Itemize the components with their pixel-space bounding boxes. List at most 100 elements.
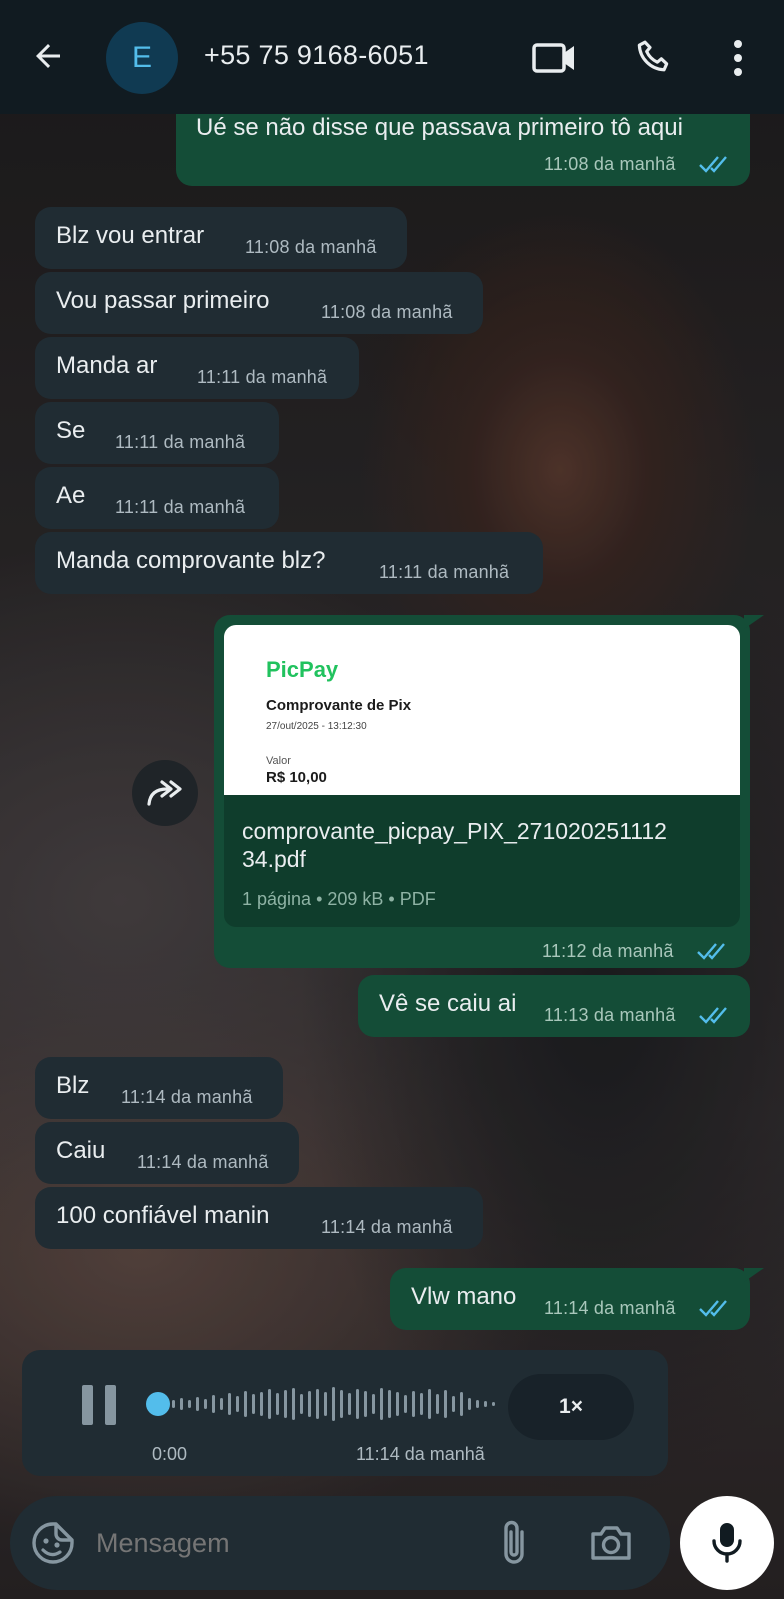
message-text: 100 confiável manin	[56, 1202, 270, 1229]
message-bubble-outgoing[interactable]: Vê se caiu ai 11:13 da manhã	[358, 975, 750, 1037]
message-time: 11:14 da manhã	[321, 1217, 453, 1237]
waveform-bar	[436, 1394, 439, 1414]
waveform-bar	[412, 1391, 415, 1417]
waveform-bar	[340, 1390, 343, 1418]
arrow-left-icon	[36, 44, 60, 68]
waveform-bar	[220, 1398, 223, 1410]
waveform-bar	[380, 1388, 383, 1420]
waveform-bar	[484, 1401, 487, 1407]
waveform-bar	[396, 1392, 399, 1416]
waveform-bar	[188, 1400, 191, 1408]
message-time: 11:11 da manhã	[115, 432, 246, 452]
message-text: Se	[56, 417, 86, 444]
message-input[interactable]	[96, 1520, 476, 1566]
waveform-bar	[492, 1402, 495, 1406]
message-time: 11:11 da manhã	[379, 562, 510, 582]
message-text: Blz vou entrar	[56, 222, 205, 249]
waveform-bar	[332, 1387, 335, 1421]
voice-waveform[interactable]	[146, 1382, 514, 1426]
message-text: Caiu	[56, 1137, 106, 1164]
waveform-bar	[236, 1396, 239, 1412]
message-text: Vlw mano	[411, 1283, 517, 1310]
waveform-bar	[172, 1400, 175, 1408]
playhead-dot[interactable]	[146, 1392, 170, 1416]
waveform-bar	[212, 1395, 215, 1413]
message-text: Ué se não disse que passava primeiro tô …	[196, 114, 683, 141]
more-options-button[interactable]	[714, 34, 762, 82]
message-time: 11:08 da manhã	[245, 237, 377, 257]
sticker-icon	[32, 1522, 74, 1564]
pause-button[interactable]	[78, 1382, 122, 1428]
message-time: 11:08 da manhã	[544, 154, 676, 174]
video-call-button[interactable]	[530, 34, 578, 82]
message-text: Ae	[56, 482, 86, 509]
message-time: 11:14 da manhã	[137, 1152, 269, 1172]
waveform-bar	[420, 1393, 423, 1415]
waveform-bar	[468, 1398, 471, 1410]
waveform-bar	[300, 1394, 303, 1414]
contact-name[interactable]: +55 75 9168-6051	[204, 40, 429, 71]
waveform-bar	[308, 1391, 311, 1417]
message-text: Vê se caiu ai	[379, 990, 517, 1017]
document-filename: comprovante_picpay_PIX_271020251112 34.p…	[242, 817, 667, 873]
waveform-bar	[244, 1391, 247, 1417]
attach-button[interactable]	[494, 1518, 534, 1568]
voice-call-button[interactable]	[630, 34, 678, 82]
video-camera-icon	[532, 43, 574, 73]
camera-button[interactable]	[588, 1520, 634, 1566]
microphone-icon	[712, 1523, 742, 1563]
playback-speed-button[interactable]: 1×	[508, 1374, 634, 1440]
read-ticks-icon	[697, 943, 725, 960]
message-bubble-incoming[interactable]: Se 11:11 da manhã	[35, 402, 279, 464]
waveform-bar	[388, 1390, 391, 1418]
back-button[interactable]	[26, 34, 70, 78]
value-label: Valor	[266, 755, 291, 767]
message-time: 11:08 da manhã	[321, 302, 453, 322]
waveform-bar	[180, 1398, 183, 1410]
message-text: Blz	[56, 1072, 90, 1099]
waveform-bar	[276, 1393, 279, 1415]
voice-elapsed: 0:00	[152, 1444, 188, 1464]
message-bubble-incoming[interactable]: Ae 11:11 da manhã	[35, 467, 279, 529]
waveform-bar	[444, 1390, 447, 1418]
voice-record-button[interactable]	[680, 1496, 774, 1590]
message-bubble-incoming[interactable]: Blz 11:14 da manhã	[35, 1057, 283, 1119]
message-bubble-incoming[interactable]: Blz vou entrar 11:08 da manhã	[35, 207, 407, 269]
document-preview[interactable]: PicPay Comprovante de Pix 27/out/2025 - …	[224, 625, 740, 795]
kebab-menu-icon	[734, 40, 742, 76]
message-bubble-incoming[interactable]: Manda ar 11:11 da manhã	[35, 337, 359, 399]
waveform-bar	[268, 1389, 271, 1419]
read-ticks-icon	[699, 1300, 727, 1317]
document-meta: 1 página • 209 kB • PDF	[242, 889, 436, 909]
forward-button[interactable]	[132, 760, 198, 826]
avatar[interactable]: E	[106, 22, 178, 94]
camera-icon	[591, 1526, 631, 1560]
waveform-bar	[316, 1389, 319, 1419]
waveform-bar	[252, 1394, 255, 1414]
preview-title: Comprovante de Pix	[266, 697, 412, 714]
waveform-bar	[348, 1393, 351, 1415]
message-bubble-incoming[interactable]: 100 confiável manin 11:14 da manhã	[35, 1187, 483, 1249]
filename-line: comprovante_picpay_PIX_271020251112	[242, 818, 667, 844]
message-bubble-incoming[interactable]: Vou passar primeiro 11:08 da manhã	[35, 272, 483, 334]
waveform-bar	[428, 1389, 431, 1419]
message-time: 11:11 da manhã	[197, 367, 328, 387]
bubble-tail	[744, 1268, 764, 1282]
waveform-bar	[356, 1389, 359, 1419]
message-bubble-outgoing[interactable]: Vlw mano 11:14 da manhã	[390, 1268, 750, 1330]
waveform-bar	[228, 1393, 231, 1415]
waveform-bar	[476, 1400, 479, 1408]
waveform-bar	[196, 1397, 199, 1411]
chat-header: E +55 75 9168-6051	[0, 0, 784, 114]
document-info[interactable]: comprovante_picpay_PIX_271020251112 34.p…	[224, 795, 740, 927]
sticker-button[interactable]	[30, 1520, 76, 1566]
message-bubble-incoming[interactable]: Manda comprovante blz? 11:11 da manhã	[35, 532, 543, 594]
message-time: 11:14 da manhã	[121, 1087, 253, 1107]
message-time: 11:13 da manhã	[544, 1005, 676, 1025]
value-amount: R$ 10,00	[266, 769, 327, 786]
filename-line: 34.pdf	[242, 846, 306, 872]
message-bubble-incoming[interactable]: Caiu 11:14 da manhã	[35, 1122, 299, 1184]
forward-icon	[147, 780, 182, 806]
voice-message[interactable]: 1× 0:00 11:14 da manhã	[22, 1350, 668, 1476]
message-time: 11:14 da manhã	[544, 1298, 676, 1318]
